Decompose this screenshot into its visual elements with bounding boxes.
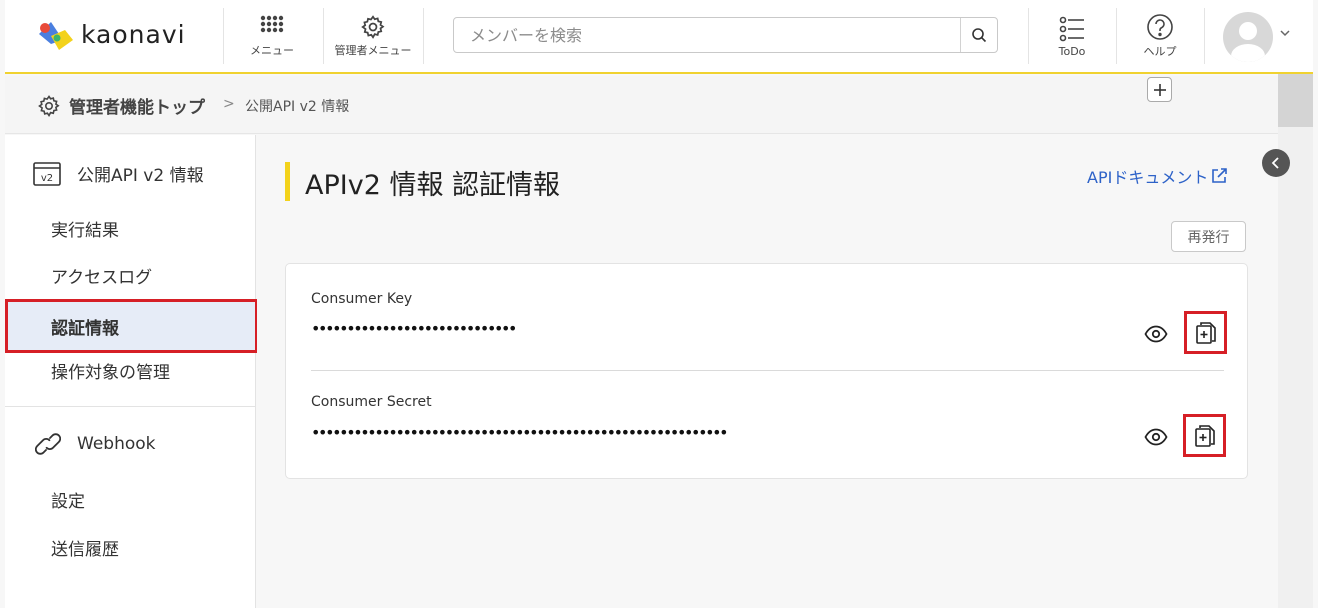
svg-text:v2: v2 <box>41 173 53 184</box>
sidebar-section-webhook-label: Webhook <box>77 434 156 454</box>
help-icon <box>1147 14 1173 40</box>
chevron-left-icon <box>1271 157 1279 169</box>
search-input[interactable] <box>454 18 954 52</box>
header-separator <box>1204 8 1205 64</box>
grid-icon <box>260 15 284 33</box>
sidebar-item-target-management[interactable]: 操作対象の管理 <box>5 345 256 395</box>
breadcrumb-home[interactable]: 管理者機能トップ <box>37 93 205 118</box>
credentials-divider <box>311 370 1224 371</box>
consumer-secret-value: ••••••••••••••••••••••••••••••••••••••••… <box>311 423 729 442</box>
todo-button[interactable]: ToDo <box>1035 8 1109 64</box>
breadcrumb-home-label: 管理者機能トップ <box>69 98 205 118</box>
header-separator <box>1116 8 1117 64</box>
header-separator <box>423 8 424 64</box>
sidebar-section-webhook[interactable]: Webhook <box>35 429 155 459</box>
search-icon <box>972 28 987 43</box>
plus-icon <box>1153 83 1166 96</box>
consumer-secret-label: Consumer Secret <box>311 394 432 410</box>
sidebar-section-api-label: 公開API v2 情報 <box>77 166 204 186</box>
sidebar-item-label: アクセスログ <box>51 267 153 288</box>
gear-icon <box>38 94 60 117</box>
reissue-button[interactable]: 再発行 <box>1171 221 1246 252</box>
sidebar: v2 公開API v2 情報 実行結果 アクセスログ 認証情報 操作対象の管理 … <box>5 135 258 608</box>
main-content: APIv2 情報 認証情報 APIドキュメント 再発行 Consumer Key… <box>257 135 1278 608</box>
sidebar-item-access-log[interactable]: アクセスログ <box>5 250 256 300</box>
header-separator <box>1028 8 1029 64</box>
sidebar-section-api[interactable]: v2 公開API v2 情報 <box>33 161 204 186</box>
breadcrumb-separator: > <box>223 96 235 112</box>
top-header: kaonavi メニュー 管理者メニュー メンバーを検索 ToDo ヘルプ <box>5 0 1313 74</box>
eye-icon[interactable] <box>1144 428 1168 446</box>
api-document-link[interactable]: APIドキュメント <box>1087 164 1228 188</box>
menu-label: メニュー <box>250 44 294 57</box>
sidebar-item-label: 送信履歴 <box>51 539 119 560</box>
copy-consumer-secret-button[interactable] <box>1183 414 1226 457</box>
sidebar-item-send-history[interactable]: 送信履歴 <box>5 522 256 572</box>
breadcrumb-current: 公開API v2 情報 <box>245 99 350 115</box>
page-title: APIv2 情報 認証情報 <box>305 170 561 201</box>
help-label: ヘルプ <box>1143 45 1177 58</box>
eye-icon[interactable] <box>1144 325 1168 343</box>
chevron-down-icon[interactable] <box>1279 28 1291 38</box>
todo-label: ToDo <box>1058 44 1086 58</box>
gear-icon <box>361 15 385 39</box>
todo-list-icon <box>1059 16 1084 41</box>
kaonavi-logo[interactable]: kaonavi <box>35 14 186 54</box>
sidebar-item-results[interactable]: 実行結果 <box>5 203 256 253</box>
link-icon <box>35 433 61 455</box>
member-search <box>453 17 998 53</box>
copy-icon <box>1195 321 1216 344</box>
collapse-panel-button[interactable] <box>1262 149 1290 177</box>
header-separator <box>323 8 324 64</box>
logo-text: kaonavi <box>81 19 186 49</box>
sidebar-item-label: 実行結果 <box>51 220 119 241</box>
sidebar-item-settings[interactable]: 設定 <box>5 474 256 524</box>
api-window-icon: v2 <box>33 161 61 186</box>
help-button[interactable]: ヘルプ <box>1123 8 1197 64</box>
sidebar-item-label: 操作対象の管理 <box>51 362 170 383</box>
admin-menu-button[interactable]: 管理者メニュー <box>325 8 421 64</box>
consumer-key-label: Consumer Key <box>311 291 413 307</box>
credentials-card: Consumer Key •••••••••••••••••••••••••••… <box>285 263 1248 479</box>
sidebar-item-label: 設定 <box>51 491 85 512</box>
search-button[interactable] <box>960 18 997 52</box>
user-icon <box>1231 22 1265 62</box>
kaonavi-logo-icon <box>35 14 75 54</box>
header-separator <box>223 8 224 64</box>
sidebar-item-label: 認証情報 <box>51 318 119 339</box>
menu-button[interactable]: メニュー <box>237 8 307 64</box>
avatar[interactable] <box>1223 12 1273 62</box>
copy-icon <box>1194 424 1215 447</box>
add-shortcut-button[interactable] <box>1147 77 1172 102</box>
breadcrumb: 管理者機能トップ > 公開API v2 情報 <box>5 76 1278 134</box>
sidebar-divider <box>5 406 256 407</box>
api-document-link-label: APIドキュメント <box>1087 168 1209 187</box>
title-accent-bar <box>285 162 290 201</box>
external-link-icon <box>1212 168 1228 183</box>
copy-consumer-key-button[interactable] <box>1184 311 1227 354</box>
consumer-key-value: ••••••••••••••••••••••••••••• <box>311 319 517 338</box>
scrollbar-thumb[interactable] <box>1278 74 1313 127</box>
admin-menu-label: 管理者メニュー <box>334 44 412 57</box>
